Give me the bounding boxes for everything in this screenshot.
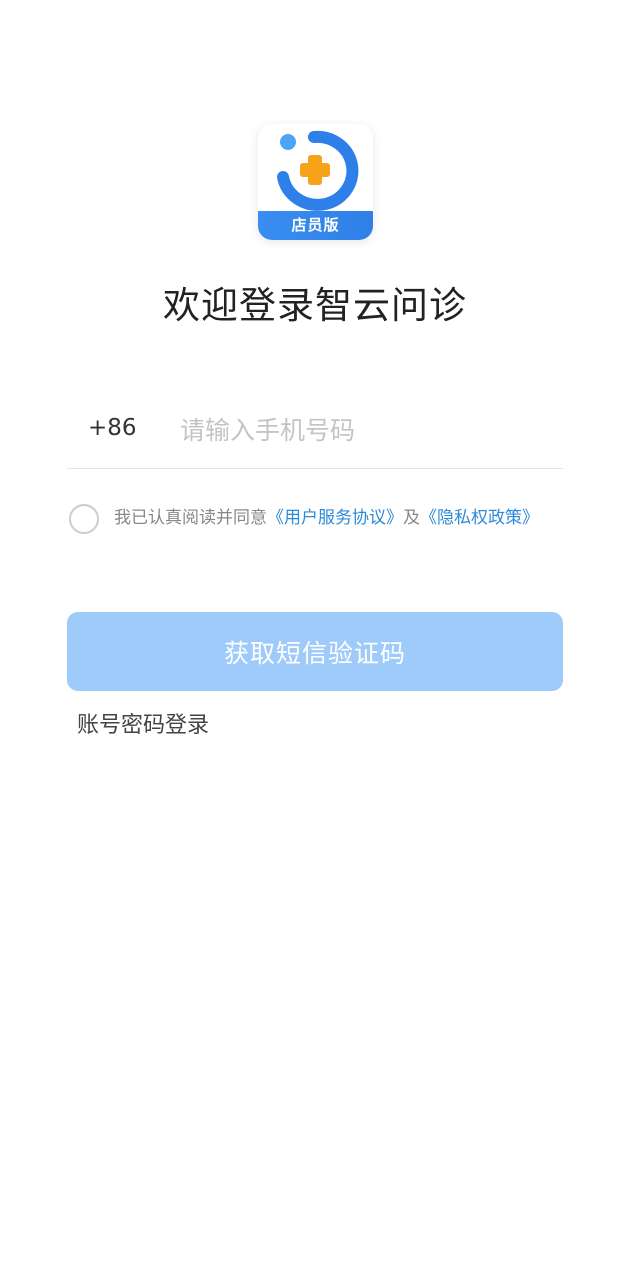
phone-input[interactable]	[180, 408, 550, 452]
agreement-conjunction: 及	[403, 508, 420, 528]
app-logo-icon	[277, 130, 359, 211]
get-sms-code-button[interactable]: 获取短信验证码	[67, 612, 563, 691]
logo-badge: 店员版	[258, 211, 373, 240]
agreement-prefix: 我已认真阅读并同意	[114, 508, 267, 528]
page-title: 欢迎登录智云问诊	[163, 284, 467, 327]
privacy-policy-link[interactable]: 《隐私权政策》	[420, 508, 539, 528]
app-logo: 店员版	[258, 124, 373, 240]
country-code[interactable]: +86	[88, 410, 137, 446]
agreement-checkbox[interactable]	[69, 504, 99, 534]
user-agreement-link[interactable]: 《用户服务协议》	[267, 508, 403, 528]
agreement-text: 我已认真阅读并同意《用户服务协议》及《隐私权政策》	[114, 504, 554, 533]
password-login-link[interactable]: 账号密码登录	[77, 709, 209, 743]
phone-input-row: +86	[67, 398, 563, 469]
